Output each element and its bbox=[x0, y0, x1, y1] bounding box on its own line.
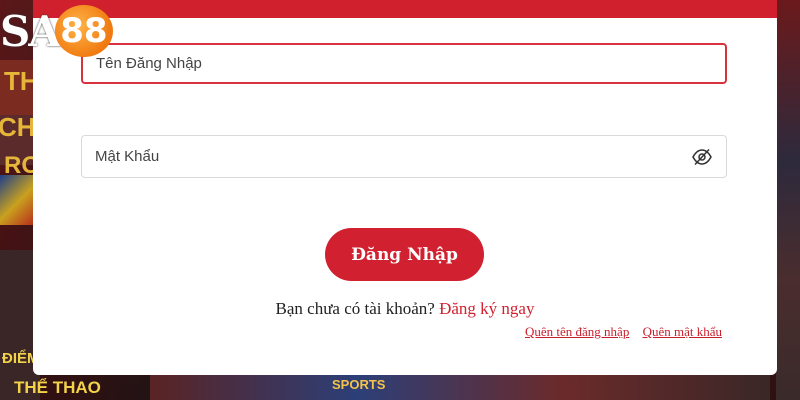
background-bottom-banner bbox=[150, 375, 770, 400]
signup-link[interactable]: Đăng ký ngay bbox=[439, 299, 534, 318]
password-input[interactable] bbox=[82, 136, 726, 177]
site-logo[interactable]: SA 88 .win bbox=[0, 5, 143, 57]
logo-number: 88 bbox=[60, 11, 108, 51]
login-modal: Đăng Nhập Bạn chưa có tài khoản? Đăng ký… bbox=[33, 0, 777, 375]
login-button[interactable]: Đăng Nhập bbox=[325, 228, 484, 281]
forgot-links: Quên tên đăng nhập Quên mật khẩu bbox=[515, 324, 722, 340]
eye-slash-icon[interactable] bbox=[692, 148, 712, 166]
background-side-banner bbox=[776, 0, 800, 400]
logo-domain: .win bbox=[114, 23, 143, 39]
signup-prompt: Bạn chưa có tài khoản? Đăng ký ngay bbox=[33, 299, 777, 319]
username-input[interactable] bbox=[83, 45, 725, 82]
logo-text: SA bbox=[0, 6, 61, 56]
password-field-wrapper bbox=[81, 135, 727, 178]
forgot-username-link[interactable]: Quên tên đăng nhập bbox=[525, 324, 629, 339]
modal-header-bar bbox=[33, 0, 777, 18]
background-text: THỂ THAO bbox=[14, 378, 101, 397]
background-text: SPORTS bbox=[332, 377, 386, 392]
signup-prompt-text: Bạn chưa có tài khoản? bbox=[275, 299, 435, 318]
logo-badge: 88 bbox=[54, 5, 113, 57]
username-field-wrapper bbox=[81, 43, 727, 84]
forgot-password-link[interactable]: Quên mật khẩu bbox=[643, 324, 722, 339]
